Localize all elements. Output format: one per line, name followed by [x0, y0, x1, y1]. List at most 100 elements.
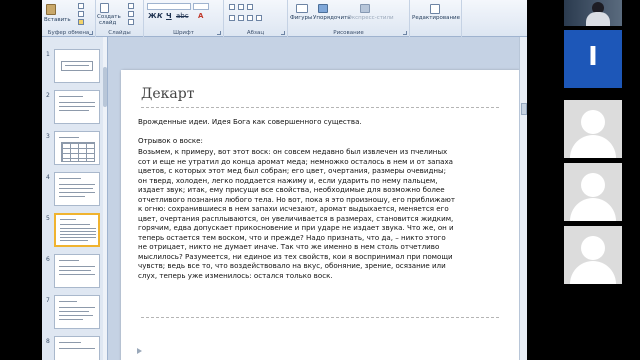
thumbnail-number: 1 [46, 51, 50, 58]
thumbnail-image [54, 295, 100, 329]
slide-title[interactable]: Декарт [141, 86, 194, 102]
new-slide-icon[interactable] [100, 3, 109, 13]
participant-initial: I [588, 42, 598, 72]
underline-icon[interactable]: Ч [166, 12, 172, 20]
slide-subtitle: Врожденные идеи. Идея Бога как совершенн… [138, 117, 362, 126]
thumbnail-slide-8[interactable]: 8 [42, 336, 104, 360]
reset-icon[interactable] [128, 11, 134, 17]
slide-scrollbar[interactable] [519, 37, 527, 360]
screen: Вставить Буфер обмена Создать слайд Слай… [0, 0, 640, 360]
thumbnail-slide-1[interactable]: 1 [42, 49, 104, 85]
clipboard-launcher-icon[interactable] [89, 31, 93, 35]
thumbnail-number: 7 [46, 297, 50, 304]
excerpt-label: Отрывок о воске: [138, 135, 203, 145]
participant-initial-tile[interactable]: I [564, 30, 622, 88]
italic-icon[interactable]: К [157, 12, 163, 20]
powerpoint-window: Вставить Буфер обмена Создать слайд Слай… [42, 0, 527, 360]
font-color-icon[interactable]: А [198, 12, 203, 20]
bullets-icon[interactable] [229, 4, 235, 10]
thumbnail-image [54, 90, 100, 124]
thumbnail-number: 4 [46, 174, 50, 181]
paragraph-group: Абзац [224, 0, 288, 37]
align-right-icon[interactable] [247, 15, 253, 21]
quick-styles-button[interactable]: Экспресс-стили [348, 15, 394, 21]
thumbnail-number: 6 [46, 256, 50, 263]
drawing-group-label: Рисование [333, 30, 364, 36]
current-slide[interactable]: Декарт Врожденные идеи. Идея Бога как со… [121, 70, 519, 360]
slides-group: Создать слайд Слайды [96, 0, 144, 37]
thumbnail-image [54, 49, 100, 83]
slides-group-label: Слайды [108, 30, 131, 36]
participant-video-camera[interactable] [564, 0, 622, 26]
thumbnail-number: 8 [46, 338, 50, 345]
slide-scrollbar-thumb[interactable] [521, 103, 527, 115]
ribbon: Вставить Буфер обмена Создать слайд Слай… [42, 0, 527, 37]
quick-styles-icon[interactable] [360, 4, 370, 13]
shapes-icon[interactable] [296, 4, 308, 13]
drawing-launcher-icon[interactable] [403, 31, 407, 35]
paragraph-launcher-icon[interactable] [281, 31, 285, 35]
new-slide-button-line2[interactable]: слайд [99, 20, 116, 26]
thumbnail-slide-3[interactable]: 3 [42, 131, 104, 167]
participant-avatar-tile[interactable] [564, 226, 622, 284]
thumbnail-image [54, 336, 100, 360]
drawing-group: Фигуры Упорядочить Экспресс-стили Рисова… [288, 0, 410, 37]
thumbnail-number: 5 [46, 215, 50, 222]
layout-icon[interactable] [128, 3, 134, 9]
paste-icon[interactable] [46, 4, 56, 15]
user-avatar-icon [581, 173, 605, 197]
user-avatar-icon [581, 110, 605, 134]
person-body [586, 12, 610, 26]
participant-avatar-tile[interactable] [564, 100, 622, 158]
cut-icon[interactable] [78, 3, 84, 9]
thumbnail-image [54, 213, 100, 247]
clipboard-group-label: Буфер обмена [47, 30, 90, 36]
arrange-icon[interactable] [318, 4, 328, 13]
decrease-indent-icon[interactable] [247, 4, 253, 10]
editing-button[interactable]: Редактирование [412, 15, 460, 21]
justify-icon[interactable] [256, 15, 262, 21]
title-divider [141, 107, 499, 108]
bottom-divider [141, 317, 499, 318]
thumbnail-number: 2 [46, 92, 50, 99]
font-launcher-icon[interactable] [217, 31, 221, 35]
font-group-label: Шрифт [173, 30, 194, 36]
strikethrough-icon[interactable]: abc [176, 12, 189, 20]
thumbnail-slide-6[interactable]: 6 [42, 254, 104, 290]
thumbnail-slide-2[interactable]: 2 [42, 90, 104, 126]
thumbnail-slide-4[interactable]: 4 [42, 172, 104, 208]
thumbnail-number: 3 [46, 133, 50, 140]
font-group: Ж К Ч abc А Шрифт [144, 0, 224, 37]
bold-icon[interactable]: Ж [148, 12, 157, 20]
participant-avatar-tile[interactable] [564, 163, 622, 221]
paragraph-group-label: Абзац [246, 30, 265, 36]
editing-group: Редактирование [410, 0, 462, 37]
thumbnails-scrollbar-thumb[interactable] [103, 67, 107, 107]
animation-play-icon[interactable] [137, 348, 142, 354]
clipboard-group: Вставить Буфер обмена [42, 0, 96, 37]
thumbnail-slide-5[interactable]: 5 [42, 213, 104, 249]
font-size-dropdown[interactable] [193, 3, 209, 10]
thumbnails-scrollbar[interactable] [103, 37, 107, 360]
excerpt-text: Возьмем, к примеру, вот этот воск: он со… [138, 147, 456, 280]
numbering-icon[interactable] [238, 4, 244, 10]
align-center-icon[interactable] [238, 15, 244, 21]
thumbnail-slide-7[interactable]: 7 [42, 295, 104, 331]
find-icon[interactable] [430, 4, 440, 14]
section-icon[interactable] [128, 19, 134, 25]
slide-body[interactable]: Врожденные идеи. Идея Бога как совершенн… [138, 117, 456, 289]
align-left-icon[interactable] [229, 15, 235, 21]
shapes-button[interactable]: Фигуры [290, 15, 312, 21]
format-painter-icon[interactable] [78, 19, 84, 25]
paste-button[interactable]: Вставить [44, 17, 71, 23]
thumbnail-image [54, 172, 100, 206]
arrange-button[interactable]: Упорядочить [313, 15, 351, 21]
user-avatar-icon [581, 236, 605, 260]
copy-icon[interactable] [78, 11, 84, 17]
participants-column: I [560, 0, 640, 360]
slide-thumbnails-pane: 1 2 3 4 5 6 7 8 [42, 37, 108, 360]
font-name-dropdown[interactable] [147, 3, 191, 10]
thumbnail-image [54, 254, 100, 288]
slide-editing-area: Декарт Врожденные идеи. Идея Бога как со… [108, 37, 527, 360]
thumbnail-image [54, 131, 100, 165]
